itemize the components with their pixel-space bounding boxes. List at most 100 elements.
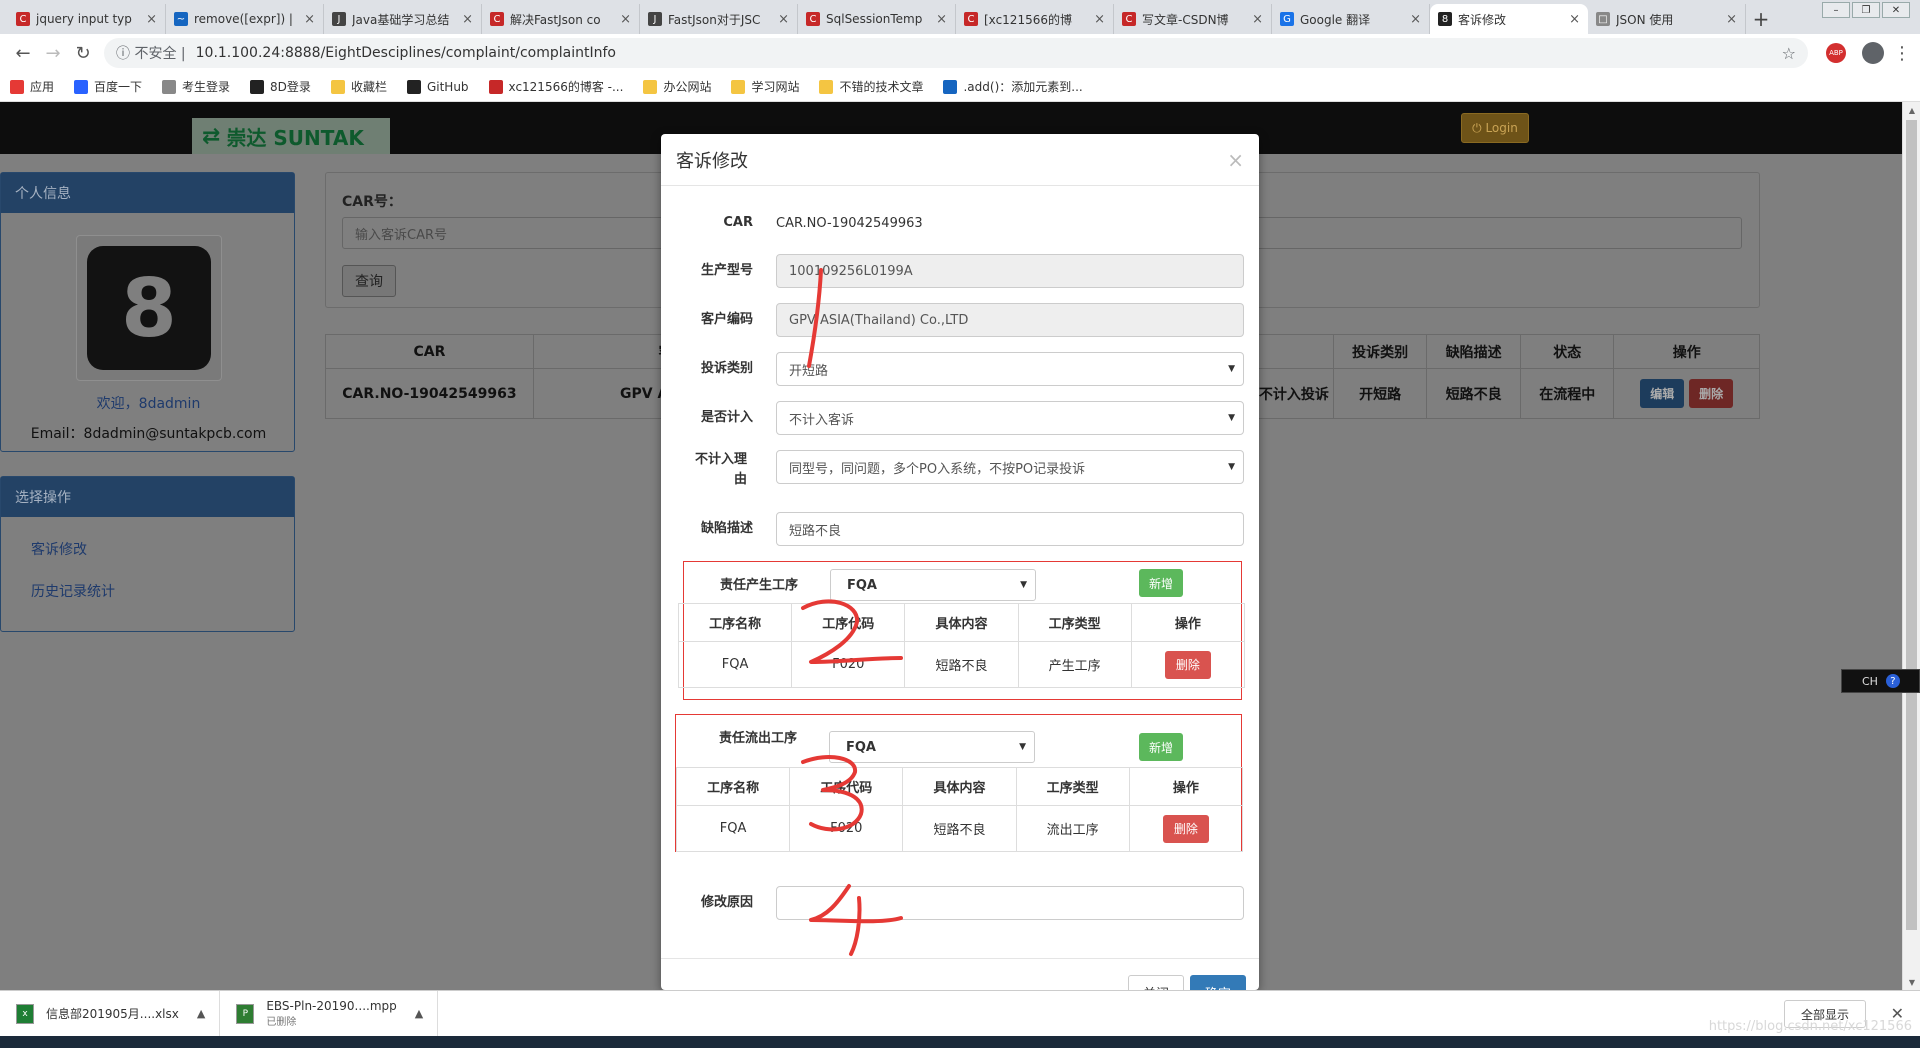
delete-process-button[interactable]: 删除 [1164,650,1211,679]
browser-tab[interactable]: C SqlSessionTemp × [798,4,956,34]
browser-tab[interactable]: G Google 翻译 × [1272,4,1430,34]
close-tab-icon[interactable]: × [778,12,789,27]
menu-item-complaint-edit[interactable]: 客诉修改 [31,539,87,559]
account-icon[interactable] [1862,42,1884,64]
close-tab-icon[interactable]: × [1252,12,1263,27]
browser-tab[interactable]: Cjquery input typ × [8,4,166,34]
close-tab-icon[interactable]: × [462,12,473,27]
bookmark-item[interactable]: 不错的技术文章 [819,78,923,95]
browser-tab[interactable]: C [xc121566的博 × [956,4,1114,34]
browser-tab[interactable]: ~ remove([expr]) | × [166,4,324,34]
scroll-up-icon[interactable]: ▲ [1903,102,1920,118]
login-button[interactable]: ⏻ Login [1461,113,1529,143]
close-tab-icon[interactable]: × [1569,12,1580,27]
help-icon[interactable]: ? [1885,674,1900,688]
bookmark-item[interactable]: 学习网站 [731,78,799,95]
add-process-button[interactable]: 新增 [1139,569,1183,597]
table-cell: 删除 [1130,641,1246,688]
minimize-icon[interactable]: – [1822,2,1850,18]
bookmark-item[interactable]: 8D登录 [250,78,311,95]
tab-title: remove([expr]) | [194,12,293,26]
process-title: 责任流出工序 [719,731,798,746]
customer-field[interactable]: GPV ASIA(Thailand) Co.,LTD [776,303,1244,337]
bookmark-item[interactable]: 应用 [10,78,54,95]
process-select[interactable]: FQA ▼ [829,731,1035,763]
table-header: 工序名称 [675,767,791,806]
close-tab-icon[interactable]: × [1726,12,1737,27]
security-indicator[interactable]: ⓘ 不安全 | [116,43,186,63]
close-button[interactable]: 关闭 [1128,975,1184,990]
browser-tab[interactable]: J FastJson对于JSC × [640,4,798,34]
table-header: 工序类型 [1015,767,1130,806]
tab-favicon-icon: C [806,12,820,26]
close-tab-icon[interactable]: × [620,12,631,27]
browser-menu-icon[interactable]: ⋮ [1892,43,1912,64]
table-cell: F020 [791,641,906,688]
bookmark-item[interactable]: xc121566的博客 -... [488,78,623,95]
suntak-logo: ⇄ 崇达 SUNTAK [192,118,390,154]
close-tab-icon[interactable]: × [1410,12,1421,27]
bookmark-item[interactable]: 百度一下 [74,78,142,95]
close-icon[interactable]: × [1227,148,1244,172]
model-row: 生产型号 100109256L0199A [661,254,1259,288]
browser-tab[interactable]: C 写文章-CSDN博 × [1114,4,1272,34]
process-table: 工序名称 工序代码 具体内容 工序类型 操作 FQA F020 短路不良 流出工… [675,767,1244,852]
browser-tab[interactable]: J Java基础学习总结 × [324,4,482,34]
count-value: 不计入客诉 [789,412,855,428]
confirm-button[interactable]: 确定 [1190,975,1246,990]
bookmark-item[interactable]: 办公网站 [643,78,711,95]
bookmark-item[interactable]: GitHub [406,79,469,94]
category-select[interactable]: 开短路 ▼ [776,352,1244,386]
process-select[interactable]: FQA ▼ [830,569,1036,601]
back-icon[interactable]: ← [8,43,38,64]
defect-input[interactable]: 短路不良 [776,512,1244,546]
new-tab-button[interactable]: + [1746,4,1776,34]
model-field[interactable]: 100109256L0199A [776,254,1244,288]
reason-nc-select[interactable]: 同型号，同问题，多个PO入系统，不按PO记录投诉 ▼ [776,450,1244,484]
download-text: EBS-Pln-20190....mpp 已删除 [266,999,396,1028]
bookmark-item[interactable]: .add()：添加元素到... [943,78,1083,95]
browser-tab[interactable]: 8 客诉修改 × [1430,4,1588,34]
close-tab-icon[interactable]: × [1094,12,1105,27]
ime-indicator[interactable]: CH ? [1841,669,1920,693]
bookmark-label: 考生登录 [182,80,231,94]
table-header: 工序名称 [677,603,793,642]
chevron-up-icon[interactable]: ▲ [415,1007,423,1020]
url-text[interactable]: 10.1.100.24:8888/EightDesciplines/compla… [196,45,616,61]
restore-icon[interactable]: ❐ [1852,2,1880,18]
scroll-down-icon[interactable]: ▼ [1903,974,1920,990]
adblock-icon[interactable]: ABP [1826,43,1846,63]
scrollbar-thumb[interactable] [1906,120,1917,930]
close-tab-icon[interactable]: × [304,12,315,27]
reload-icon[interactable]: ↻ [68,43,98,64]
menu-item-history-stats[interactable]: 历史记录统计 [31,581,115,601]
delete-button[interactable]: 删除 [1689,379,1734,408]
add-process-button[interactable]: 新增 [1139,733,1183,761]
operations-panel: 选择操作 客诉修改 历史记录统计 [0,476,295,632]
browser-tab[interactable]: □ JSON 使用 × [1588,4,1746,34]
url-bar[interactable]: ⓘ 不安全 | 10.1.100.24:8888/EightDescipline… [104,38,1808,68]
welcome-link[interactable]: 欢迎，8dadmin [1,393,296,413]
forward-icon[interactable]: → [38,43,68,64]
chevron-up-icon[interactable]: ▲ [197,1007,205,1020]
os-taskbar [0,1036,1920,1048]
count-select[interactable]: 不计入客诉 ▼ [776,401,1244,435]
close-window-icon[interactable]: ✕ [1882,2,1910,18]
download-item[interactable]: P EBS-Pln-20190....mpp 已删除 ▲ [220,990,439,1037]
page-scrollbar[interactable]: ▲ ▼ [1902,102,1920,990]
edit-button[interactable]: 编辑 [1640,379,1685,408]
model-label: 生产型号 [700,263,753,278]
bookmark-item[interactable]: 考生登录 [162,78,230,95]
bookmark-star-icon[interactable]: ☆ [1782,44,1796,63]
tab-favicon-icon: J [332,12,346,26]
reason-nc-label: 不计入理由 [694,452,747,487]
browser-tab[interactable]: C 解决FastJson co × [482,4,640,34]
close-tab-icon[interactable]: × [936,12,947,27]
modify-reason-input[interactable] [776,886,1244,920]
tab-title: Java基础学习总结 [352,12,450,27]
download-item[interactable]: x 信息部201905月....xlsx ▲ [0,990,221,1037]
close-tab-icon[interactable]: × [146,12,157,27]
search-button[interactable]: 查询 [342,265,396,297]
delete-process-button[interactable]: 删除 [1162,814,1209,843]
bookmark-item[interactable]: 收藏栏 [330,78,387,95]
